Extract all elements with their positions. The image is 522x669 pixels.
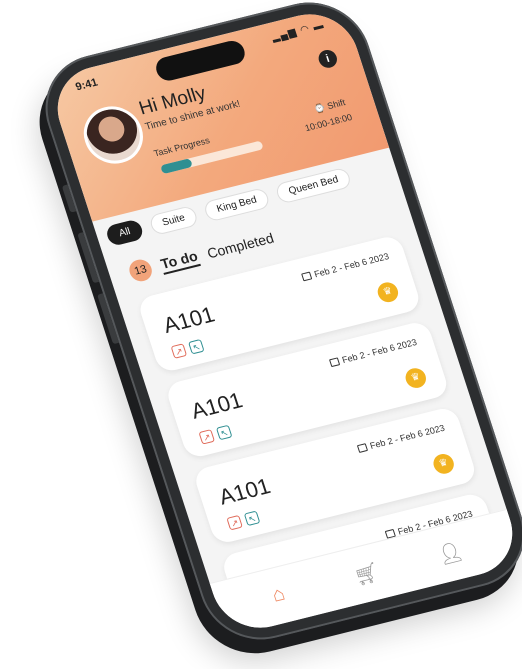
crown-icon[interactable]: ♛ — [430, 451, 457, 476]
arrow-up-right-icon[interactable]: ↗ — [170, 343, 188, 359]
signal-wifi-battery-icon: ▂▄▆ ◠ ▬ — [270, 19, 326, 44]
crown-icon[interactable]: ♛ — [402, 366, 429, 391]
shift-label: ⌚ Shift — [313, 97, 347, 115]
filter-chip-suite[interactable]: Suite — [147, 204, 200, 237]
date-range: Feb 2 - Feb 6 2023 — [329, 337, 418, 368]
arrow-up-right-icon[interactable]: ↗ — [226, 514, 243, 531]
mute-switch — [61, 184, 77, 213]
date-range: Feb 2 - Feb 6 2023 — [301, 251, 390, 282]
arrow-up-right-icon[interactable]: ↗ — [198, 429, 216, 445]
status-time: 9:41 — [74, 76, 100, 94]
shift-time: 10:00-18:00 — [303, 111, 354, 134]
home-icon[interactable]: ⌂ — [269, 583, 288, 608]
app-screen: 9:41 ▂▄▆ ◠ ▬ Hi Molly Time to shine at w… — [45, 4, 522, 638]
room-number: A101 — [215, 473, 274, 510]
arrow-down-left-icon[interactable]: ↖ — [215, 424, 233, 441]
date-range: Feb 2 - Feb 6 2023 — [357, 423, 446, 454]
dynamic-island — [153, 38, 248, 84]
phone-frame: 9:41 ▂▄▆ ◠ ▬ Hi Molly Time to shine at w… — [30, 0, 522, 652]
arrow-down-left-icon[interactable]: ↖ — [243, 510, 261, 527]
date-range-text: Feb 2 - Feb 6 2023 — [340, 337, 419, 366]
tab-todo[interactable]: To do — [158, 247, 201, 275]
cart-icon[interactable]: 🛒︎ — [351, 559, 383, 589]
tab-completed[interactable]: Completed — [205, 230, 276, 262]
room-number: A101 — [160, 301, 218, 338]
calendar-icon — [329, 357, 341, 368]
date-range-text: Feb 2 - Feb 6 2023 — [368, 422, 447, 451]
volume-up-button — [77, 232, 100, 284]
date-range-text: Feb 2 - Feb 6 2023 — [312, 251, 391, 280]
filter-chip-all[interactable]: All — [104, 218, 146, 247]
arrow-down-left-icon[interactable]: ↖ — [188, 338, 205, 355]
info-icon[interactable]: i — [316, 48, 340, 70]
crown-icon[interactable]: ♛ — [375, 280, 401, 305]
calendar-icon — [357, 443, 369, 453]
calendar-icon — [301, 271, 313, 282]
filter-chip-king-bed[interactable]: King Bed — [202, 186, 272, 223]
user-icon[interactable]: 👤︎ — [434, 538, 466, 568]
task-progress-fill — [160, 158, 194, 175]
room-number: A101 — [187, 387, 246, 424]
clock-icon: ⌚ — [312, 102, 327, 115]
phone-mockup: 9:41 ▂▄▆ ◠ ▬ Hi Molly Time to shine at w… — [0, 0, 522, 669]
volume-down-button — [97, 293, 120, 345]
todo-count-badge: 13 — [126, 257, 155, 284]
shift-label-text: Shift — [325, 97, 347, 112]
